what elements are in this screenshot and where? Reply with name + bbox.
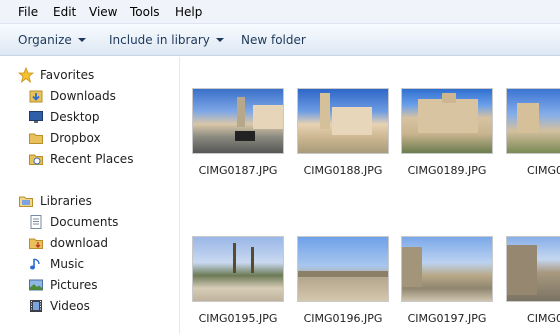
star-icon xyxy=(17,66,35,84)
organize-label: Organize xyxy=(18,33,72,47)
thumbnail-image xyxy=(401,88,493,154)
libraries-icon xyxy=(18,193,34,209)
file-item[interactable]: CIMG0188.JPG xyxy=(295,88,391,177)
thumbnail-image xyxy=(192,236,284,302)
file-item[interactable]: CIMG0189.JPG xyxy=(399,88,495,177)
organize-button[interactable]: Organize xyxy=(18,33,86,47)
nav-documents-label: Documents xyxy=(50,215,119,229)
menu-edit[interactable]: Edit xyxy=(53,5,76,19)
documents-icon xyxy=(28,214,44,230)
file-item[interactable]: CIMG0197.JPG xyxy=(399,236,495,325)
nav-download[interactable]: download xyxy=(28,234,108,252)
file-name: CIMG0197.JPG xyxy=(407,312,487,325)
nav-pictures-label: Pictures xyxy=(50,278,98,292)
recent-places-icon xyxy=(28,151,44,167)
navigation-pane: Favorites Downloads Desktop Dropbox Rece… xyxy=(0,57,180,334)
nav-downloads-label: Downloads xyxy=(50,89,116,103)
file-item[interactable]: CIMG0187.JPG xyxy=(190,88,286,177)
new-folder-button[interactable]: New folder xyxy=(241,33,306,47)
file-name: CIMG019 xyxy=(527,164,560,177)
file-item[interactable]: CIMG019 xyxy=(504,236,560,325)
nav-pictures[interactable]: Pictures xyxy=(28,276,98,294)
music-icon xyxy=(28,256,44,272)
nav-documents[interactable]: Documents xyxy=(28,213,118,231)
videos-icon xyxy=(28,298,44,314)
nav-dropbox-label: Dropbox xyxy=(50,131,101,145)
nav-desktop-label: Desktop xyxy=(50,110,100,124)
file-name: CIMG0196.JPG xyxy=(303,312,383,325)
pictures-icon xyxy=(28,277,44,293)
file-item[interactable]: CIMG019 xyxy=(504,88,560,177)
nav-music-label: Music xyxy=(50,257,85,271)
nav-desktop[interactable]: Desktop xyxy=(28,108,100,126)
menu-view[interactable]: View xyxy=(89,5,117,19)
thumbnail-image xyxy=(297,236,389,302)
nav-videos[interactable]: Videos xyxy=(28,297,90,315)
nav-recent-places[interactable]: Recent Places xyxy=(28,150,133,168)
desktop-icon xyxy=(28,109,44,125)
file-name: CIMG0195.JPG xyxy=(198,312,278,325)
file-name: CIMG019 xyxy=(527,312,560,325)
nav-videos-label: Videos xyxy=(50,299,90,313)
nav-downloads[interactable]: Downloads xyxy=(28,87,116,105)
nav-recent-places-label: Recent Places xyxy=(50,152,134,166)
nav-download-label: download xyxy=(50,236,109,250)
include-in-library-button[interactable]: Include in library xyxy=(109,33,224,47)
folder-icon xyxy=(28,130,44,146)
thumbnail-image xyxy=(401,236,493,302)
nav-favorites-label: Favorites xyxy=(40,68,95,82)
thumbnail-image xyxy=(506,236,560,302)
nav-libraries[interactable]: Libraries xyxy=(18,192,92,210)
menu-help[interactable]: Help xyxy=(175,5,202,19)
file-name: CIMG0187.JPG xyxy=(198,164,278,177)
thumbnail-image xyxy=(506,88,560,154)
thumbnail-image xyxy=(192,88,284,154)
menu-tools[interactable]: Tools xyxy=(130,5,160,19)
nav-libraries-label: Libraries xyxy=(40,194,92,208)
file-item[interactable]: CIMG0195.JPG xyxy=(190,236,286,325)
nav-music[interactable]: Music xyxy=(28,255,84,273)
downloads-folder-icon xyxy=(28,88,44,104)
include-in-library-label: Include in library xyxy=(109,33,210,47)
file-name: CIMG0188.JPG xyxy=(303,164,383,177)
nav-favorites[interactable]: Favorites xyxy=(17,66,95,84)
nav-dropbox[interactable]: Dropbox xyxy=(28,129,101,147)
file-item[interactable]: CIMG0196.JPG xyxy=(295,236,391,325)
folder-icon xyxy=(28,235,44,251)
file-list-view: CIMG0187.JPG CIMG0188.JPG CIMG0189.JPG C… xyxy=(181,57,560,334)
file-name: CIMG0189.JPG xyxy=(407,164,487,177)
chevron-down-icon xyxy=(215,38,224,42)
menu-file[interactable]: File xyxy=(18,5,38,19)
menu-bar: File Edit View Tools Help xyxy=(0,0,560,24)
thumbnail-image xyxy=(297,88,389,154)
chevron-down-icon xyxy=(77,38,86,42)
command-bar: Organize Include in library New folder xyxy=(0,24,560,56)
